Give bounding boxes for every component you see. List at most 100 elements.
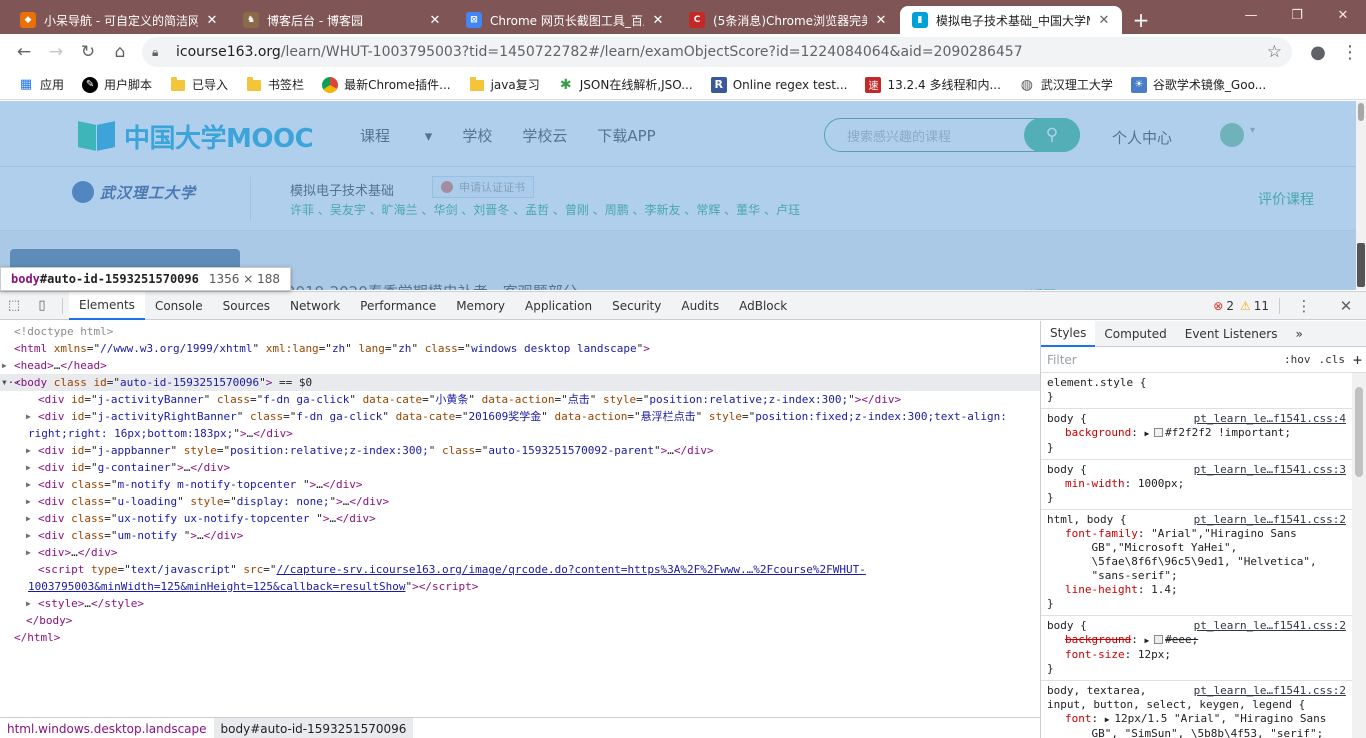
tab-3[interactable]: C (5条消息)Chrome浏览器完美截图 ✕ <box>677 6 899 34</box>
bookmark-chrome-plugins[interactable]: 最新Chrome插件... <box>316 73 457 97</box>
course-title[interactable]: 模拟电子技术基础 <box>290 180 394 199</box>
rate-course-link[interactable]: 评价课程 <box>1258 189 1314 209</box>
bookmark-java-review[interactable]: java复习 <box>463 73 546 97</box>
dom-node-line[interactable]: <div id="j-activityBanner" class="f-dn g… <box>0 391 1040 408</box>
address-bar[interactable]: 🔒︎ icourse163.org/learn/WHUT-1003795003?… <box>142 37 1292 67</box>
expand-triangle-icon[interactable]: ▶ <box>26 510 31 527</box>
nav-download-app[interactable]: 下载APP <box>597 125 655 146</box>
university-logo[interactable]: 武汉理工大学 <box>72 181 196 203</box>
dom-node-line[interactable]: ▶ <div id="j-appbanner" style="position:r… <box>0 442 1040 459</box>
color-swatch-icon[interactable] <box>1154 428 1164 437</box>
expand-triangle-icon[interactable]: ▶ <box>1144 429 1154 438</box>
devtools-tab-application[interactable]: Application <box>515 292 602 320</box>
bookmark-bar-folder[interactable]: 书签栏 <box>240 73 310 97</box>
warning-count[interactable]: 11 <box>1254 299 1269 313</box>
bookmark-whut[interactable]: ◍ 武汉理工大学 <box>1013 73 1119 97</box>
close-icon[interactable]: ✕ <box>873 12 889 28</box>
home-icon[interactable]: ⌂ <box>104 36 136 68</box>
expand-triangle-icon[interactable]: ▶ <box>26 595 31 612</box>
dom-node-line[interactable]: ▶ <style>…</style> <box>0 595 1040 612</box>
devtools-tab-performance[interactable]: Performance <box>350 292 446 320</box>
mooc-logo[interactable]: 中国大学MOOC <box>78 118 314 155</box>
dom-node-line[interactable]: ▼ ··· <body class id="auto-id-159325157009… <box>0 374 1040 391</box>
bookmark-userscript[interactable]: ✎ 用户脚本 <box>76 73 158 97</box>
dom-node-line[interactable]: </html> <box>0 629 1040 646</box>
rule-source-link[interactable]: pt_learn_le…f1541.css:2 <box>1194 619 1346 633</box>
style-declaration[interactable]: background: ▶ #f2f2f2 !important; <box>1047 426 1358 441</box>
scroll-thumb[interactable] <box>1358 103 1364 121</box>
forward-arrow-icon[interactable]: → <box>40 36 72 68</box>
new-tab-button[interactable]: + <box>1127 6 1155 34</box>
style-rule[interactable]: pt_learn_le…f1541.css:2 html, body {font-… <box>1041 510 1366 616</box>
dom-node-line[interactable]: ▶ <div class="m-notify m-notify-topcenter… <box>0 476 1040 493</box>
nav-courses[interactable]: 课程 ▾ <box>360 125 432 146</box>
tab-styles[interactable]: Styles <box>1041 321 1096 347</box>
tab-0[interactable]: ◆ 小呆导航 - 可自定义的简洁网址导航 ✕ <box>8 6 230 34</box>
expand-triangle-icon[interactable]: ▶ <box>26 476 31 493</box>
nav-schools[interactable]: 学校 <box>462 125 492 146</box>
bookmark-imported[interactable]: 已导入 <box>164 73 234 97</box>
devtools-tab-security[interactable]: Security <box>602 292 671 320</box>
new-rule-icon[interactable]: + <box>1353 351 1362 369</box>
devtools-tab-sources[interactable]: Sources <box>213 292 280 320</box>
rule-source-link[interactable]: pt_learn_le…f1541.css:2 <box>1194 513 1346 527</box>
avatar[interactable] <box>1220 123 1255 147</box>
devtools-tab-audits[interactable]: Audits <box>671 292 729 320</box>
tab-computed[interactable]: Computed <box>1095 321 1175 347</box>
style-declaration[interactable]: background: ▶ #eee; <box>1047 633 1358 648</box>
devtools-tab-console[interactable]: Console <box>145 292 213 320</box>
apply-certificate-button[interactable]: 申请认证证书 <box>432 176 534 198</box>
style-declaration[interactable]: font-family: "Arial","Hiragino Sans GB",… <box>1047 527 1358 583</box>
restore-icon[interactable]: ❐ <box>1274 0 1320 30</box>
tab-2[interactable]: ⊠ Chrome 网页长截图工具_百度搜索 ✕ <box>454 6 676 34</box>
expand-triangle-icon[interactable]: ▶ <box>26 493 31 510</box>
bookmark-star-icon[interactable]: ☆ <box>1267 42 1282 62</box>
style-rule[interactable]: pt_learn_le…f1541.css:2 body {background:… <box>1041 616 1366 681</box>
bookmark-regex-test[interactable]: R Online regex test... <box>705 73 854 97</box>
inspect-element-icon[interactable]: ⬚ <box>0 292 28 320</box>
style-declaration[interactable]: font-size: 12px; <box>1047 648 1358 662</box>
scroll-thumb[interactable] <box>1355 387 1363 477</box>
rule-source-link[interactable]: pt_learn_le…f1541.css:3 <box>1194 463 1346 477</box>
kebab-menu-icon[interactable]: ⋮ <box>1290 292 1318 320</box>
bookmark-apps[interactable]: ▦ 应用 <box>12 73 70 97</box>
device-toolbar-icon[interactable]: ▯ <box>28 292 56 320</box>
bookmark-scholar[interactable]: ☀ 谷歌学术镜像_Goo... <box>1125 73 1272 97</box>
dom-node-line[interactable]: ▶ <div id="j-activityRightBanner" class="… <box>0 408 1040 425</box>
nav-school-cloud[interactable]: 学校云 <box>522 125 567 146</box>
lock-icon[interactable]: 🔒︎ <box>152 45 168 60</box>
warning-icon[interactable]: ⚠ <box>1240 299 1251 313</box>
close-icon[interactable]: ✕ <box>1332 292 1360 320</box>
profile-avatar-icon[interactable]: ● <box>1302 36 1334 68</box>
search-input[interactable]: 搜索感兴趣的课程 <box>825 126 1024 145</box>
devtools-tab-elements[interactable]: Elements <box>69 291 145 320</box>
term-back-link[interactable]: 返回 <box>1030 285 1056 290</box>
breadcrumb-html[interactable]: html.windows.desktop.landscape <box>0 718 214 738</box>
color-swatch-icon[interactable] <box>1154 635 1164 644</box>
styles-scrollbar[interactable] <box>1352 373 1366 738</box>
devtools-tab-memory[interactable]: Memory <box>446 292 515 320</box>
minimize-icon[interactable]: — <box>1228 0 1274 30</box>
tab-1[interactable]: ♞ 博客后台 - 博客园 ✕ <box>231 6 453 34</box>
dom-node-line[interactable]: ▶ <div class="um-notify ">…</div> <box>0 527 1040 544</box>
style-rule[interactable]: element.style {} <box>1041 373 1366 409</box>
dom-node-line[interactable]: ▶ <div class="ux-notify ux-notify-topcent… <box>0 510 1040 527</box>
page-scrollbar[interactable] <box>1356 101 1366 290</box>
style-declaration[interactable]: min-width: 1000px; <box>1047 477 1358 491</box>
expand-triangle-icon[interactable]: ▶ <box>2 357 7 374</box>
style-declaration[interactable]: font: ▶ 12px/1.5 "Arial", "Hiragino Sans… <box>1047 712 1358 738</box>
close-icon[interactable]: ✕ <box>204 12 220 28</box>
dom-node-line[interactable]: 1003795003&minWidth=125&minHeight=125&ca… <box>0 578 1040 595</box>
bookmark-multithreading[interactable]: 速 13.2.4 多线程和内... <box>859 73 1006 97</box>
devtools-tab-network[interactable]: Network <box>280 292 350 320</box>
rule-source-link[interactable]: pt_learn_le…f1541.css:2 <box>1194 684 1346 698</box>
bookmark-json-parser[interactable]: ✱ JSON在线解析,JSO... <box>552 73 699 97</box>
style-rule[interactable]: pt_learn_le…f1541.css:2 body, textarea, i… <box>1041 681 1366 738</box>
devtools-tab-adblock[interactable]: AdBlock <box>729 292 797 320</box>
close-icon[interactable]: ✕ <box>650 12 666 28</box>
dom-node-line[interactable]: <script type="text/javascript" src="//ca… <box>0 561 1040 578</box>
tab-event-listeners[interactable]: Event Listeners <box>1176 321 1287 347</box>
cls-toggle[interactable]: .cls <box>1318 353 1345 366</box>
window-close-icon[interactable]: ✕ <box>1320 0 1366 30</box>
close-icon[interactable]: ✕ <box>427 12 443 28</box>
